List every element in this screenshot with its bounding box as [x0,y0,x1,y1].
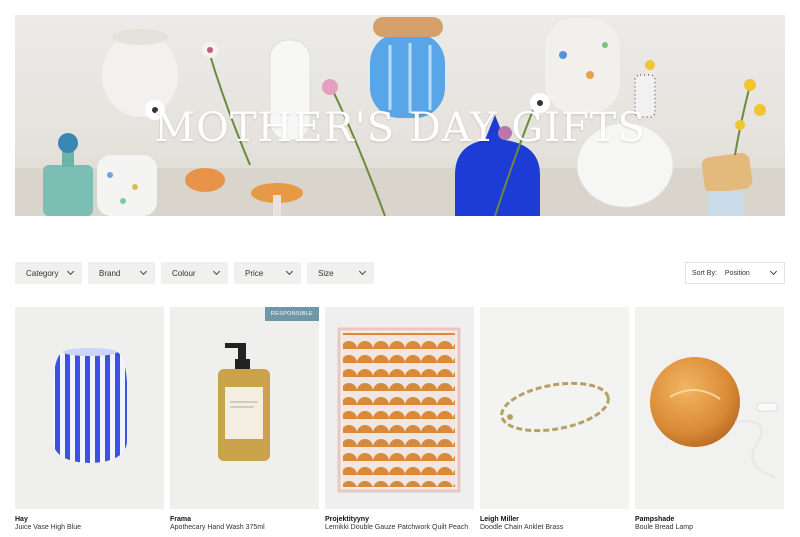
bread-lamp-image [650,357,778,478]
product-card[interactable]: RESPONSIBLE Frama Apothecary Hand Wash 3… [170,307,319,531]
hand-wash-image [218,343,270,461]
sort-select[interactable]: Sort By: Position [685,262,785,284]
product-grid: Hay Juice Vase High Blue RESPONSIBLE Fra… [15,307,784,531]
product-card[interactable]: Pampshade Boule Bread Lamp [635,307,784,531]
product-brand[interactable]: Hay [15,516,164,523]
filter-bar: Category Brand Colour Price Size [15,262,374,284]
product-image[interactable] [480,307,629,509]
sort-label: Sort By: [692,269,717,277]
product-name[interactable]: Boule Bread Lamp [635,524,784,531]
product-card[interactable]: Hay Juice Vase High Blue [15,307,164,531]
chevron-down-icon [769,267,778,276]
filter-size-label: Size [318,268,334,278]
chevron-down-icon [212,267,221,276]
chevron-down-icon [358,267,367,276]
product-brand[interactable]: Projektityyny [325,516,474,523]
chevron-down-icon [139,267,148,276]
vase-image [53,348,127,463]
filter-price-label: Price [245,268,264,278]
sort-value: Position [724,269,750,277]
product-brand[interactable]: Pampshade [635,516,784,523]
filter-size[interactable]: Size [307,262,374,284]
product-name[interactable]: Juice Vase High Blue [15,524,164,531]
product-brand[interactable]: Frama [170,516,319,523]
anklet-image [500,381,610,433]
product-name[interactable]: Doodle Chain Anklet Brass [480,524,629,531]
hero-banner[interactable]: MOTHER'S DAY GIFTS [15,15,785,216]
product-name[interactable]: Lemikki Double Gauze Patchwork Quilt Pea… [325,524,474,531]
banner-title: MOTHER'S DAY GIFTS [154,105,646,151]
filter-category-label: Category [26,268,59,278]
responsible-badge: RESPONSIBLE [264,307,319,321]
quilt-image [337,327,461,493]
filter-colour[interactable]: Colour [161,262,228,284]
product-image[interactable]: RESPONSIBLE [170,307,319,509]
product-image[interactable] [325,307,474,509]
product-brand[interactable]: Leigh Miller [480,516,629,523]
filter-brand-label: Brand [99,268,121,278]
product-image[interactable] [635,307,784,509]
filter-category[interactable]: Category [15,262,82,284]
chevron-down-icon [66,267,75,276]
filter-brand[interactable]: Brand [88,262,155,284]
product-card[interactable]: Projektityyny Lemikki Double Gauze Patch… [325,307,474,531]
product-image[interactable] [15,307,164,509]
chevron-down-icon [285,267,294,276]
filter-colour-label: Colour [172,268,196,278]
product-card[interactable]: Leigh Miller Doodle Chain Anklet Brass [480,307,629,531]
filter-price[interactable]: Price [234,262,301,284]
product-name[interactable]: Apothecary Hand Wash 375ml [170,524,319,531]
